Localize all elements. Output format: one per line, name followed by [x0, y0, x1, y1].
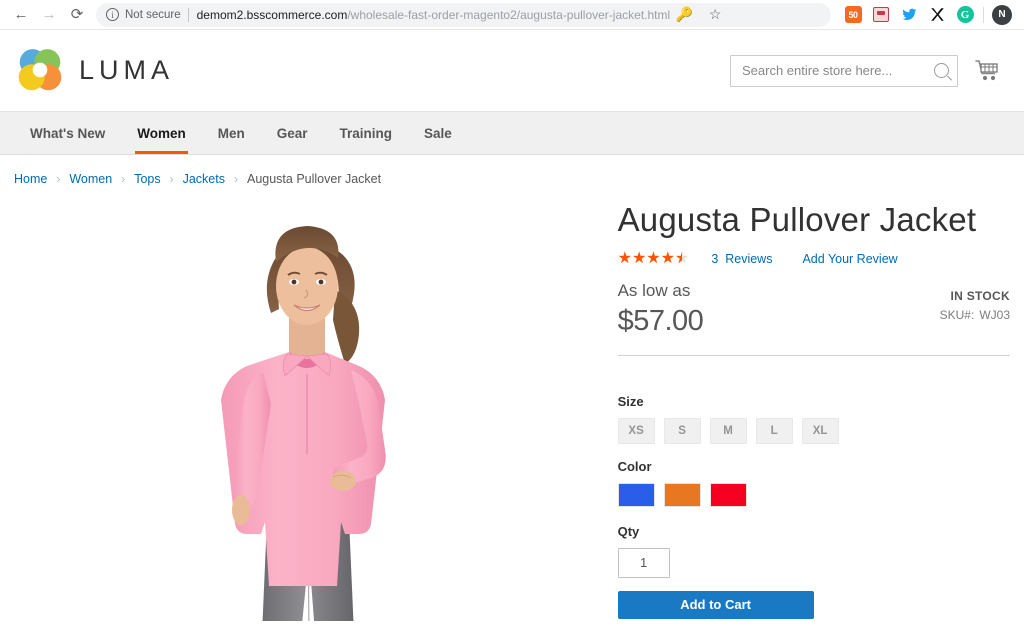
breadcrumb-separator-icon: ›: [169, 172, 174, 186]
header-actions: [730, 54, 1000, 87]
reviews-label: Reviews: [725, 251, 773, 266]
color-swatch-red[interactable]: [709, 482, 747, 507]
nav-item-gear[interactable]: Gear: [261, 112, 324, 154]
x-extension-icon[interactable]: [923, 2, 951, 28]
twitter-extension-icon[interactable]: [895, 2, 923, 28]
site-header: LUMA: [0, 30, 1024, 111]
page-content: Home › Women › Tops › Jackets › Augusta …: [0, 155, 1024, 621]
add-to-cart-button[interactable]: Add to Cart: [617, 590, 814, 619]
key-icon[interactable]: 🔑: [670, 2, 698, 28]
price-wrapper: As low as $57.00: [618, 281, 704, 338]
sku-row: SKU#: WJ03: [940, 308, 1010, 322]
add-review-link[interactable]: Add Your Review: [802, 252, 897, 266]
url-path: /wholesale-fast-order-magento2/augusta-p…: [347, 7, 671, 22]
qty-label: Qty: [617, 523, 640, 539]
extension-toolbar: 50 G N: [837, 2, 1016, 28]
logo-text: LUMA: [79, 55, 175, 85]
grammarly-extension-icon[interactable]: G: [951, 2, 979, 28]
size-swatch-s[interactable]: S: [663, 417, 701, 444]
color-swatch-orange[interactable]: [663, 482, 701, 507]
size-swatches: XS S M L XL: [617, 417, 1010, 444]
nav-item-women[interactable]: Women: [121, 112, 202, 154]
breadcrumb-item-jackets[interactable]: Jackets: [183, 172, 225, 186]
nav-item-men[interactable]: Men: [202, 112, 261, 154]
search-icon[interactable]: [934, 63, 949, 78]
review-count: 3: [711, 251, 719, 266]
site-info-icon[interactable]: i: [106, 8, 119, 21]
badge-50-extension-icon[interactable]: 50: [839, 2, 867, 28]
breadcrumb-item-current: Augusta Pullover Jacket: [246, 172, 382, 186]
size-swatch-xl[interactable]: XL: [801, 417, 839, 444]
qty-section: Qty: [617, 523, 1010, 578]
browser-toolbar: ← → ⟳ i Not secure demom2.bsscommerce.co…: [0, 0, 1024, 30]
security-status-label: Not secure: [125, 8, 181, 21]
size-swatch-xs[interactable]: XS: [617, 417, 655, 444]
back-arrow-icon[interactable]: ←: [8, 2, 34, 28]
nav-item-training[interactable]: Training: [324, 112, 409, 154]
breadcrumb-separator-icon: ›: [56, 172, 61, 186]
profile-initial: N: [992, 4, 1012, 25]
search-box[interactable]: [730, 54, 958, 87]
site-logo[interactable]: LUMA: [14, 45, 174, 97]
toolbar-divider: [983, 6, 984, 23]
color-swatch-blue[interactable]: [617, 482, 655, 507]
product-gallery: [14, 196, 604, 621]
grammarly-letter: G: [956, 6, 974, 23]
price-block: As low as $57.00 IN STOCK SKU#: WJ03: [618, 281, 1010, 338]
breadcrumb-item-tops[interactable]: Tops: [134, 172, 160, 186]
address-bar[interactable]: i Not secure demom2.bsscommerce.com/whol…: [96, 2, 831, 28]
product-image[interactable]: [148, 204, 469, 621]
product-price: $57.00: [617, 304, 704, 337]
shopping-cart-icon[interactable]: [974, 58, 1000, 84]
rating-summary: ★★★★★ ★★★★★ 3 Reviews Add Your Review: [617, 249, 1010, 267]
forward-arrow-icon[interactable]: →: [36, 2, 62, 28]
color-label: Color: [617, 458, 652, 474]
url-text: demom2.bsscommerce.com/wholesale-fast-or…: [197, 8, 671, 22]
size-label: Size: [617, 393, 644, 409]
breadcrumb: Home › Women › Tops › Jackets › Augusta …: [14, 155, 1010, 196]
star-outline-icon[interactable]: ☆: [701, 2, 729, 28]
page-title: Augusta Pullover Jacket: [617, 201, 977, 238]
sku-value: WJ03: [979, 307, 1010, 322]
sku-label: SKU#:: [939, 307, 975, 322]
product-info: Augusta Pullover Jacket ★★★★★ ★★★★★ 3 Re…: [604, 196, 1010, 621]
luma-logo-icon: [14, 45, 66, 97]
main-navigation: What's New Women Men Gear Training Sale: [0, 111, 1024, 155]
breadcrumb-item-women[interactable]: Women: [69, 172, 112, 186]
browser-nav-buttons: ← → ⟳: [8, 2, 90, 28]
breadcrumb-separator-icon: ›: [121, 172, 126, 186]
rating-stars-filled: ★★★★★: [617, 250, 683, 267]
badge-50-label: 50: [844, 6, 862, 23]
qty-input[interactable]: [617, 547, 670, 578]
url-host: demom2.bsscommerce.com: [196, 7, 348, 22]
nav-item-sale[interactable]: Sale: [408, 112, 468, 154]
reviews-link[interactable]: 3 Reviews: [711, 252, 772, 266]
reload-icon[interactable]: ⟳: [64, 2, 90, 28]
color-swatches: [617, 482, 1010, 507]
as-low-as-label: As low as: [617, 280, 691, 300]
breadcrumb-item-home[interactable]: Home: [14, 172, 47, 186]
breadcrumb-separator-icon: ›: [233, 172, 238, 186]
size-swatch-m[interactable]: M: [709, 417, 747, 444]
size-swatch-l[interactable]: L: [755, 417, 793, 444]
rating-stars: ★★★★★ ★★★★★: [617, 249, 690, 267]
omnibox-divider: [187, 7, 189, 22]
omnibox-actions: 🔑 ☆: [670, 2, 733, 28]
inbox-extension-icon[interactable]: [867, 2, 895, 28]
status-badge: IN STOCK: [950, 288, 1010, 303]
stock-info: IN STOCK SKU#: WJ03: [940, 281, 1010, 322]
product-view: Augusta Pullover Jacket ★★★★★ ★★★★★ 3 Re…: [14, 196, 1010, 621]
profile-avatar[interactable]: N: [988, 2, 1016, 28]
nav-item-whats-new[interactable]: What's New: [14, 112, 121, 154]
search-input[interactable]: [742, 63, 934, 78]
